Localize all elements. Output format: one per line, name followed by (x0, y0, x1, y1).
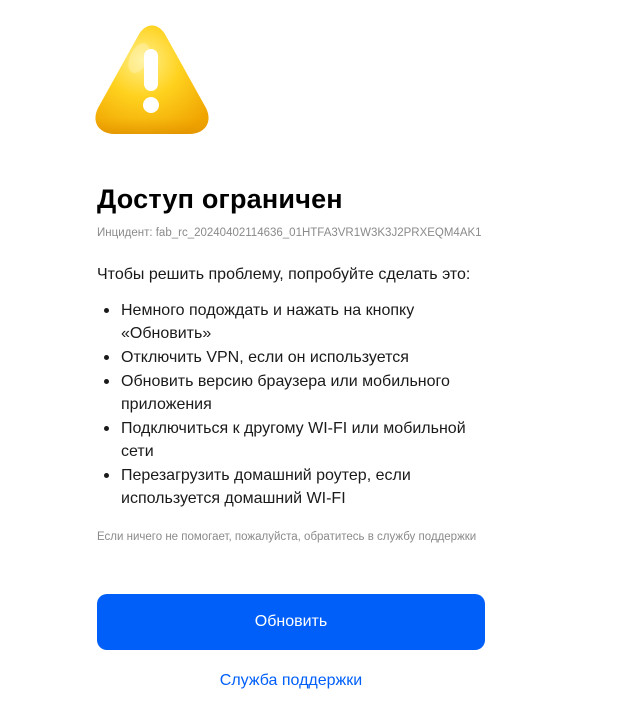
list-item: Отключить VPN, если он используется (97, 346, 487, 369)
step-line2: сети (121, 443, 154, 460)
step-line1: Отключить VPN, если он используется (121, 349, 409, 366)
troubleshooting-list: Немного подождать и нажать на кнопку «Об… (97, 299, 487, 511)
step-line2: «Обновить» (121, 325, 212, 342)
step-line1: Немного подождать и нажать на кнопку (121, 302, 415, 319)
incident-id: Инцидент: fab_rc_20240402114636_01HTFA3V… (97, 227, 482, 239)
step-line1: Обновить версию браузера или мобильного (121, 373, 450, 390)
list-item: Подключиться к другому WI-FI или мобильн… (97, 417, 487, 463)
bullet-icon (104, 379, 109, 384)
warning-icon (95, 25, 209, 134)
step-line2: приложения (121, 396, 212, 413)
step-line2: используется домашний WI-FI (121, 490, 346, 507)
intro-text: Чтобы решить проблему, попробуйте сделат… (97, 266, 471, 283)
bullet-icon (104, 426, 109, 431)
help-note: Если ничего не помогает, пожалуйста, обр… (97, 531, 477, 543)
list-item: Перезагрузить домашний роутер, если испо… (97, 464, 487, 510)
support-link[interactable]: Служба поддержки (97, 672, 485, 690)
page-title: Доступ ограничен (97, 184, 343, 214)
bullet-icon (104, 355, 109, 360)
step-line1: Подключиться к другому WI-FI или мобильн… (121, 420, 466, 437)
refresh-button[interactable]: Обновить (97, 594, 485, 650)
step-line1: Перезагрузить домашний роутер, если (121, 467, 411, 484)
bullet-icon (104, 473, 109, 478)
list-item: Немного подождать и нажать на кнопку «Об… (97, 299, 487, 345)
list-item: Обновить версию браузера или мобильного … (97, 370, 487, 416)
bullet-icon (104, 308, 109, 313)
